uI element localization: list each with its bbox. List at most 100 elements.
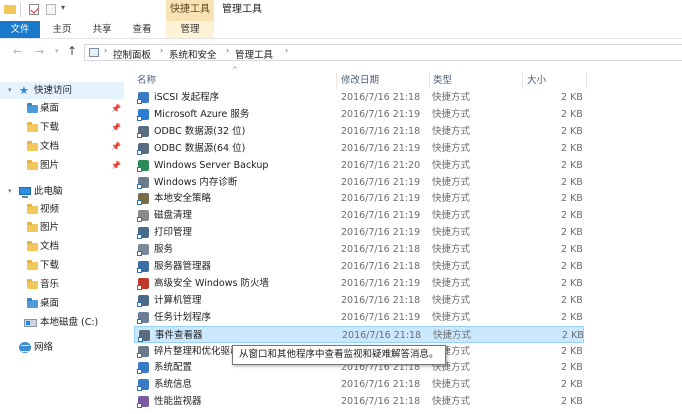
sidebar-item-downloads[interactable]: 下载 📌 — [0, 119, 124, 136]
shortcut-icon — [137, 294, 149, 307]
table-row[interactable]: Microsoft Azure 服务 2016/7/16 21:19 快捷方式 2 K… — [134, 106, 584, 123]
table-row[interactable]: ODBC 数据源(64 位) 2016/7/16 21:19 快捷方式 2 KB — [134, 140, 584, 157]
sidebar-item-label: 快速访问 — [34, 85, 73, 96]
table-row[interactable]: 事件查看器 2016/7/16 21:18 快捷方式 2 KB — [134, 325, 584, 343]
table-row[interactable]: 系统信息 2016/7/16 21:18 快捷方式 2 KB — [134, 376, 584, 393]
table-row[interactable]: iSCSI 发起程序 2016/7/16 21:18 快捷方式 2 KB — [134, 89, 584, 106]
file-name: 本地安全策略 — [154, 193, 212, 205]
customize-toolbar-icon[interactable]: ▾ — [61, 3, 65, 12]
table-row[interactable]: 性能监视器 2016/7/16 21:18 快捷方式 2 KB — [134, 393, 584, 410]
tab-file[interactable]: 文件 — [0, 21, 40, 38]
file-type: 快捷方式 — [432, 261, 471, 272]
sidebar-item-desktop-pc[interactable]: 桌面 — [0, 295, 124, 312]
sidebar-item-local-disk[interactable]: 本地磁盘 (C:) — [0, 314, 124, 331]
table-row[interactable]: 本地安全策略 2016/7/16 21:19 快捷方式 2 KB — [134, 190, 584, 207]
table-row[interactable]: ODBC 数据源(32 位) 2016/7/16 21:18 快捷方式 2 KB — [134, 123, 584, 140]
file-date: 2016/7/16 21:19 — [341, 311, 421, 323]
breadcrumb-separator[interactable]: › — [160, 46, 163, 55]
forward-arrow-icon[interactable]: → — [35, 45, 44, 58]
navigation-bar: ← → ▾ ↑ › 控制面板 › 系统和安全 › 管理工具 › — [0, 39, 682, 65]
recent-locations-chevron-icon[interactable]: ▾ — [55, 47, 59, 55]
sidebar-item-documents-pc[interactable]: 文档 — [0, 238, 124, 255]
column-divider[interactable] — [522, 72, 523, 89]
file-size: 2 KB — [561, 108, 583, 120]
table-row[interactable]: 计算机管理 2016/7/16 21:18 快捷方式 2 KB — [134, 292, 584, 309]
sidebar-item-videos[interactable]: 视频 — [0, 201, 124, 218]
table-row[interactable]: 任务计划程序 2016/7/16 21:19 快捷方式 2 KB — [134, 309, 584, 326]
tab-manage[interactable]: 管理 — [166, 21, 214, 38]
file-type: 快捷方式 — [432, 193, 471, 205]
sidebar-item-downloads-pc[interactable]: 下载 — [0, 257, 124, 274]
pin-icon[interactable]: 📌 — [111, 100, 121, 117]
table-row[interactable]: 服务器管理器 2016/7/16 21:18 快捷方式 2 KB — [134, 258, 584, 275]
sidebar-item-desktop[interactable]: 桌面 📌 — [0, 100, 124, 117]
expand-chevron-icon[interactable]: ▾ — [8, 82, 12, 99]
shortcut-icon — [137, 176, 149, 189]
table-row[interactable]: 服务 2016/7/16 21:18 快捷方式 2 KB — [134, 241, 584, 258]
pin-icon[interactable]: 📌 — [111, 138, 121, 155]
column-divider[interactable] — [586, 72, 587, 89]
breadcrumb-separator[interactable]: › — [285, 46, 288, 55]
table-row[interactable]: 磁盘清理 2016/7/16 21:19 快捷方式 2 KB — [134, 207, 584, 224]
sidebar-item-network[interactable]: 网络 — [0, 339, 124, 356]
pictures-folder-icon — [27, 160, 38, 170]
back-arrow-icon[interactable]: ← — [13, 45, 22, 58]
file-name: 性能监视器 — [154, 396, 202, 408]
file-size: 2 KB — [561, 210, 583, 222]
properties-icon[interactable] — [29, 4, 39, 15]
breadcrumb-control-panel[interactable]: 控制面板 — [113, 47, 151, 61]
file-name: 系统配置 — [154, 362, 193, 374]
sidebar-item-documents[interactable]: 文档 📌 — [0, 138, 124, 155]
breadcrumb-separator[interactable]: › — [226, 46, 229, 55]
sidebar-item-this-pc[interactable]: ▾ 此电脑 — [0, 183, 124, 200]
column-header-type[interactable]: 类型 — [433, 72, 452, 89]
file-size: 2 KB — [561, 362, 583, 374]
shortcut-icon — [137, 379, 149, 392]
network-icon — [19, 342, 31, 353]
column-header-name[interactable]: 名称 — [137, 72, 156, 89]
file-date: 2016/7/16 21:19 — [341, 142, 421, 154]
pin-icon[interactable]: 📌 — [111, 119, 121, 136]
up-arrow-icon[interactable]: ↑ — [67, 44, 77, 58]
new-folder-icon[interactable] — [46, 4, 56, 15]
sidebar-item-label: 音乐 — [40, 279, 60, 290]
shortcut-icon — [137, 311, 149, 324]
breadcrumb-system-security[interactable]: 系统和安全 — [169, 47, 217, 61]
breadcrumb-admin-tools[interactable]: 管理工具 — [235, 47, 273, 61]
sidebar-item-label: 桌面 — [40, 103, 60, 114]
file-type: 快捷方式 — [432, 142, 471, 154]
file-type: 快捷方式 — [432, 176, 471, 188]
file-name: iSCSI 发起程序 — [154, 92, 220, 103]
tab-view[interactable]: 查看 — [124, 21, 160, 38]
column-divider[interactable] — [336, 72, 337, 89]
sidebar-item-quick-access[interactable]: ▾ 快速访问 — [0, 82, 124, 99]
file-size: 2 KB — [561, 311, 583, 323]
tab-share[interactable]: 共享 — [84, 21, 120, 38]
sidebar-item-label: 文档 — [40, 241, 60, 252]
table-row[interactable]: 打印管理 2016/7/16 21:19 快捷方式 2 KB — [134, 224, 584, 241]
tab-home[interactable]: 主页 — [44, 21, 80, 38]
breadcrumb-separator[interactable]: › — [104, 46, 107, 55]
sidebar-item-music[interactable]: 音乐 — [0, 276, 124, 293]
file-name: 服务 — [154, 244, 174, 256]
contextual-tab-header: 快捷工具 — [166, 0, 214, 21]
file-type: 快捷方式 — [432, 379, 471, 391]
column-header-date[interactable]: 修改日期 — [341, 72, 379, 89]
sidebar-item-pictures-pc[interactable]: 图片 — [0, 219, 124, 236]
address-bar[interactable]: › 控制面板 › 系统和安全 › 管理工具 › — [84, 44, 682, 61]
table-row[interactable]: Windows Server Backup 2016/7/16 21:20 快捷方式… — [134, 157, 584, 174]
table-row[interactable]: Windows 内存诊断 2016/7/16 21:19 快捷方式 2 KB — [134, 174, 584, 191]
shortcut-icon — [137, 396, 149, 409]
column-header-size[interactable]: 大小 — [527, 72, 546, 89]
downloads-folder-icon — [27, 122, 38, 132]
pin-icon[interactable]: 📌 — [111, 157, 121, 174]
expand-chevron-icon[interactable]: ▾ — [8, 183, 12, 200]
sidebar-item-pictures[interactable]: 图片 📌 — [0, 157, 124, 174]
table-row[interactable]: 高级安全 Windows 防火墙 2016/7/16 21:19 快捷方式 2 KB — [134, 275, 584, 292]
file-name: Microsoft Azure 服务 — [154, 108, 250, 120]
pictures-folder-icon — [27, 222, 38, 232]
file-name: 事件查看器 — [155, 329, 203, 341]
folder-icon — [4, 5, 16, 14]
file-date: 2016/7/16 21:18 — [341, 244, 421, 256]
column-divider[interactable] — [429, 72, 430, 89]
